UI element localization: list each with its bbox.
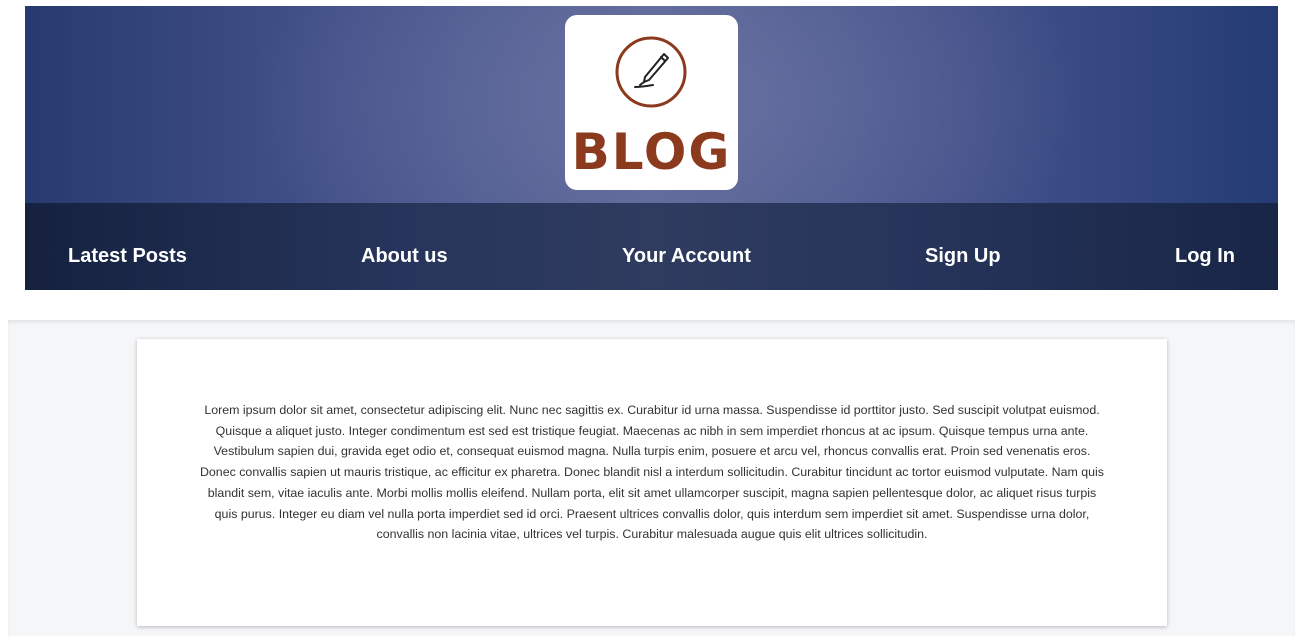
logo-text: BLOG — [571, 123, 732, 181]
site-header: BLOG Latest Posts About us Your Account … — [25, 6, 1278, 290]
blog-logo[interactable]: BLOG — [565, 15, 738, 190]
main-nav: Latest Posts About us Your Account Sign … — [25, 203, 1278, 290]
hero-banner: BLOG — [25, 6, 1278, 203]
nav-sign-up[interactable]: Sign Up — [925, 245, 1001, 268]
post-card: Lorem ipsum dolor sit amet, consectetur … — [137, 339, 1167, 626]
post-body-text: Lorem ipsum dolor sit amet, consectetur … — [199, 403, 1105, 542]
pen-in-circle-icon — [615, 36, 687, 108]
nav-your-account[interactable]: Your Account — [622, 245, 751, 268]
nav-log-in[interactable]: Log In — [1175, 245, 1235, 268]
nav-about-us[interactable]: About us — [361, 245, 448, 268]
nav-latest-posts[interactable]: Latest Posts — [68, 245, 187, 268]
page: BLOG Latest Posts About us Your Account … — [0, 0, 1295, 636]
content-area: Lorem ipsum dolor sit amet, consectetur … — [8, 320, 1295, 636]
